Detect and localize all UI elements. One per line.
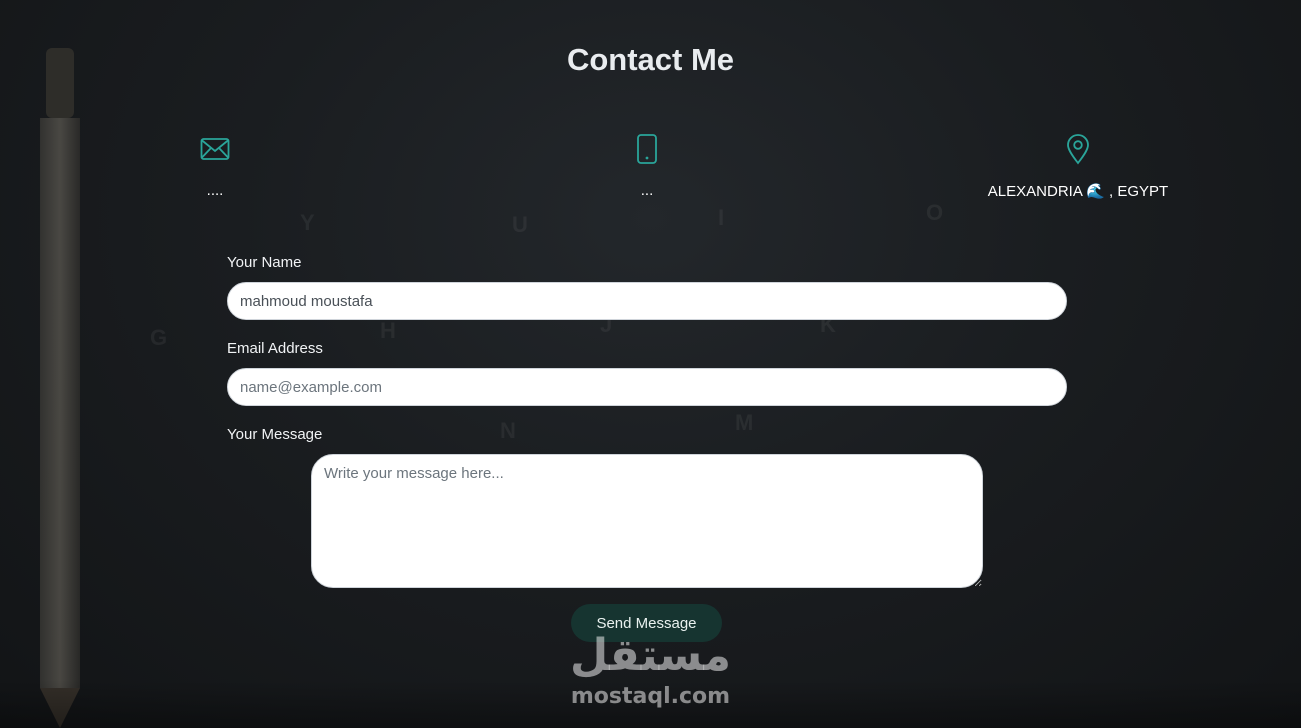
email-label: Email Address <box>227 340 323 357</box>
watermark-arabic: مستقل <box>570 630 731 681</box>
mobile-phone-icon <box>636 133 658 167</box>
name-input[interactable] <box>227 282 1067 320</box>
name-label: Your Name <box>227 254 302 271</box>
location-text: ALEXANDRIA 🌊 , EGYPT <box>987 183 1169 200</box>
page-title: Contact Me <box>566 42 735 77</box>
watermark-latin: mostaql.com <box>570 684 731 709</box>
location-pin-icon <box>1066 133 1090 167</box>
email-input[interactable] <box>227 368 1067 406</box>
location-info: ALEXANDRIA 🌊 , EGYPT <box>968 133 1188 200</box>
message-label: Your Message <box>227 426 323 443</box>
email-text: .... <box>206 182 224 199</box>
email-info: .... <box>105 133 325 199</box>
pencil-decoration <box>40 48 80 728</box>
phone-text: ... <box>640 182 654 199</box>
message-textarea[interactable] <box>311 454 983 588</box>
phone-info: ... <box>537 133 757 199</box>
envelope-icon <box>200 133 230 167</box>
